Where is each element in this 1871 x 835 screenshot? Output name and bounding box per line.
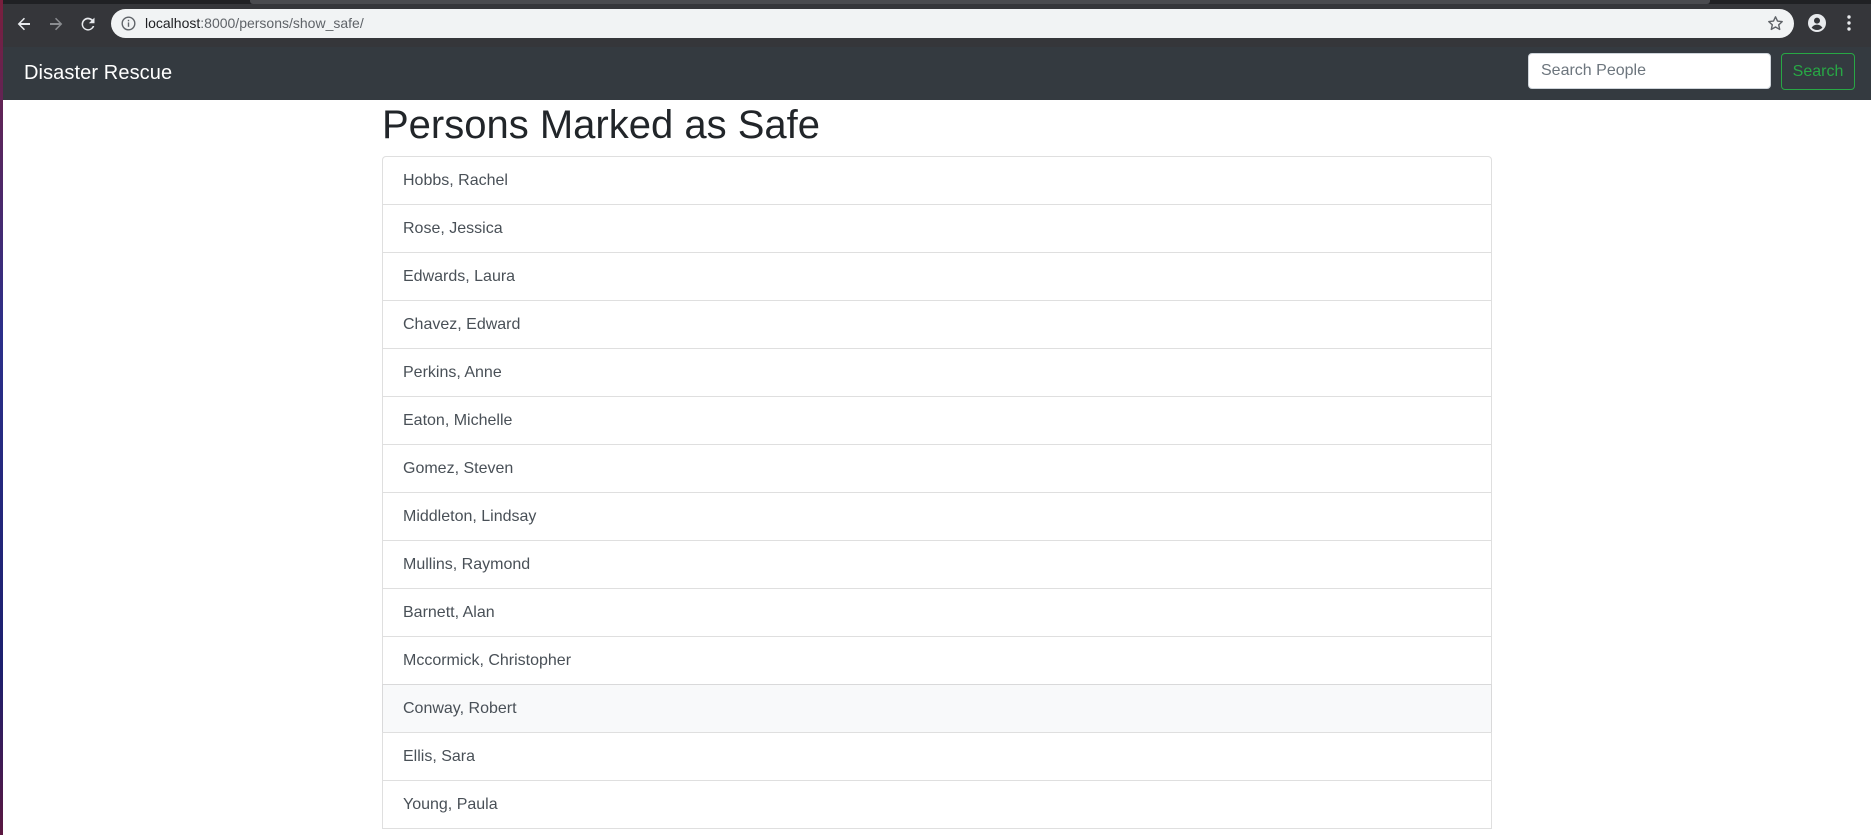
url-text[interactable]: localhost:8000/persons/show_safe/ (145, 15, 364, 32)
info-icon[interactable] (121, 16, 136, 31)
person-list-item[interactable]: Mccormick, Christopher (382, 636, 1492, 685)
person-list-item[interactable]: Ellis, Sara (382, 732, 1492, 781)
person-list-item[interactable]: Barnett, Alan (382, 588, 1492, 637)
person-list-item[interactable]: Chavez, Edward (382, 300, 1492, 349)
page-title: Persons Marked as Safe (382, 103, 820, 147)
person-list-item[interactable]: Young, Paula (382, 780, 1492, 829)
person-list-item[interactable]: Hobbs, Rachel (382, 156, 1492, 205)
brand-link[interactable]: Disaster Rescue (24, 61, 172, 85)
kebab-menu-icon[interactable] (1840, 12, 1858, 39)
active-tab-edge[interactable] (250, 0, 1710, 4)
person-list-item[interactable]: Gomez, Steven (382, 444, 1492, 493)
person-list-item[interactable]: Perkins, Anne (382, 348, 1492, 397)
person-list-item[interactable]: Edwards, Laura (382, 252, 1492, 301)
forward-button[interactable] (44, 12, 68, 36)
star-icon[interactable] (1767, 15, 1784, 37)
tab-strip (0, 0, 1871, 4)
forward-arrow-icon (47, 15, 65, 33)
desktop-edge (0, 0, 3, 835)
search-input[interactable] (1528, 53, 1771, 89)
back-arrow-icon (15, 15, 33, 33)
back-button[interactable] (12, 12, 36, 36)
person-list-item[interactable]: Mullins, Raymond (382, 540, 1492, 589)
site-navbar: Disaster Rescue Search (0, 47, 1871, 100)
url-path: :8000/persons/show_safe/ (200, 15, 364, 31)
browser-toolbar: localhost:8000/persons/show_safe/ (0, 0, 1871, 47)
reload-icon (79, 15, 97, 33)
person-list-item[interactable]: Middleton, Lindsay (382, 492, 1492, 541)
reload-button[interactable] (76, 12, 100, 36)
person-list: Hobbs, Rachel Rose, Jessica Edwards, Lau… (382, 156, 1492, 829)
search-button[interactable]: Search (1781, 53, 1855, 90)
person-list-item[interactable]: Conway, Robert (382, 684, 1492, 733)
person-list-item[interactable]: Eaton, Michelle (382, 396, 1492, 445)
url-host: localhost (145, 15, 201, 31)
profile-icon[interactable] (1806, 12, 1828, 39)
address-bar[interactable]: localhost:8000/persons/show_safe/ (111, 9, 1794, 38)
person-list-item[interactable]: Rose, Jessica (382, 204, 1492, 253)
